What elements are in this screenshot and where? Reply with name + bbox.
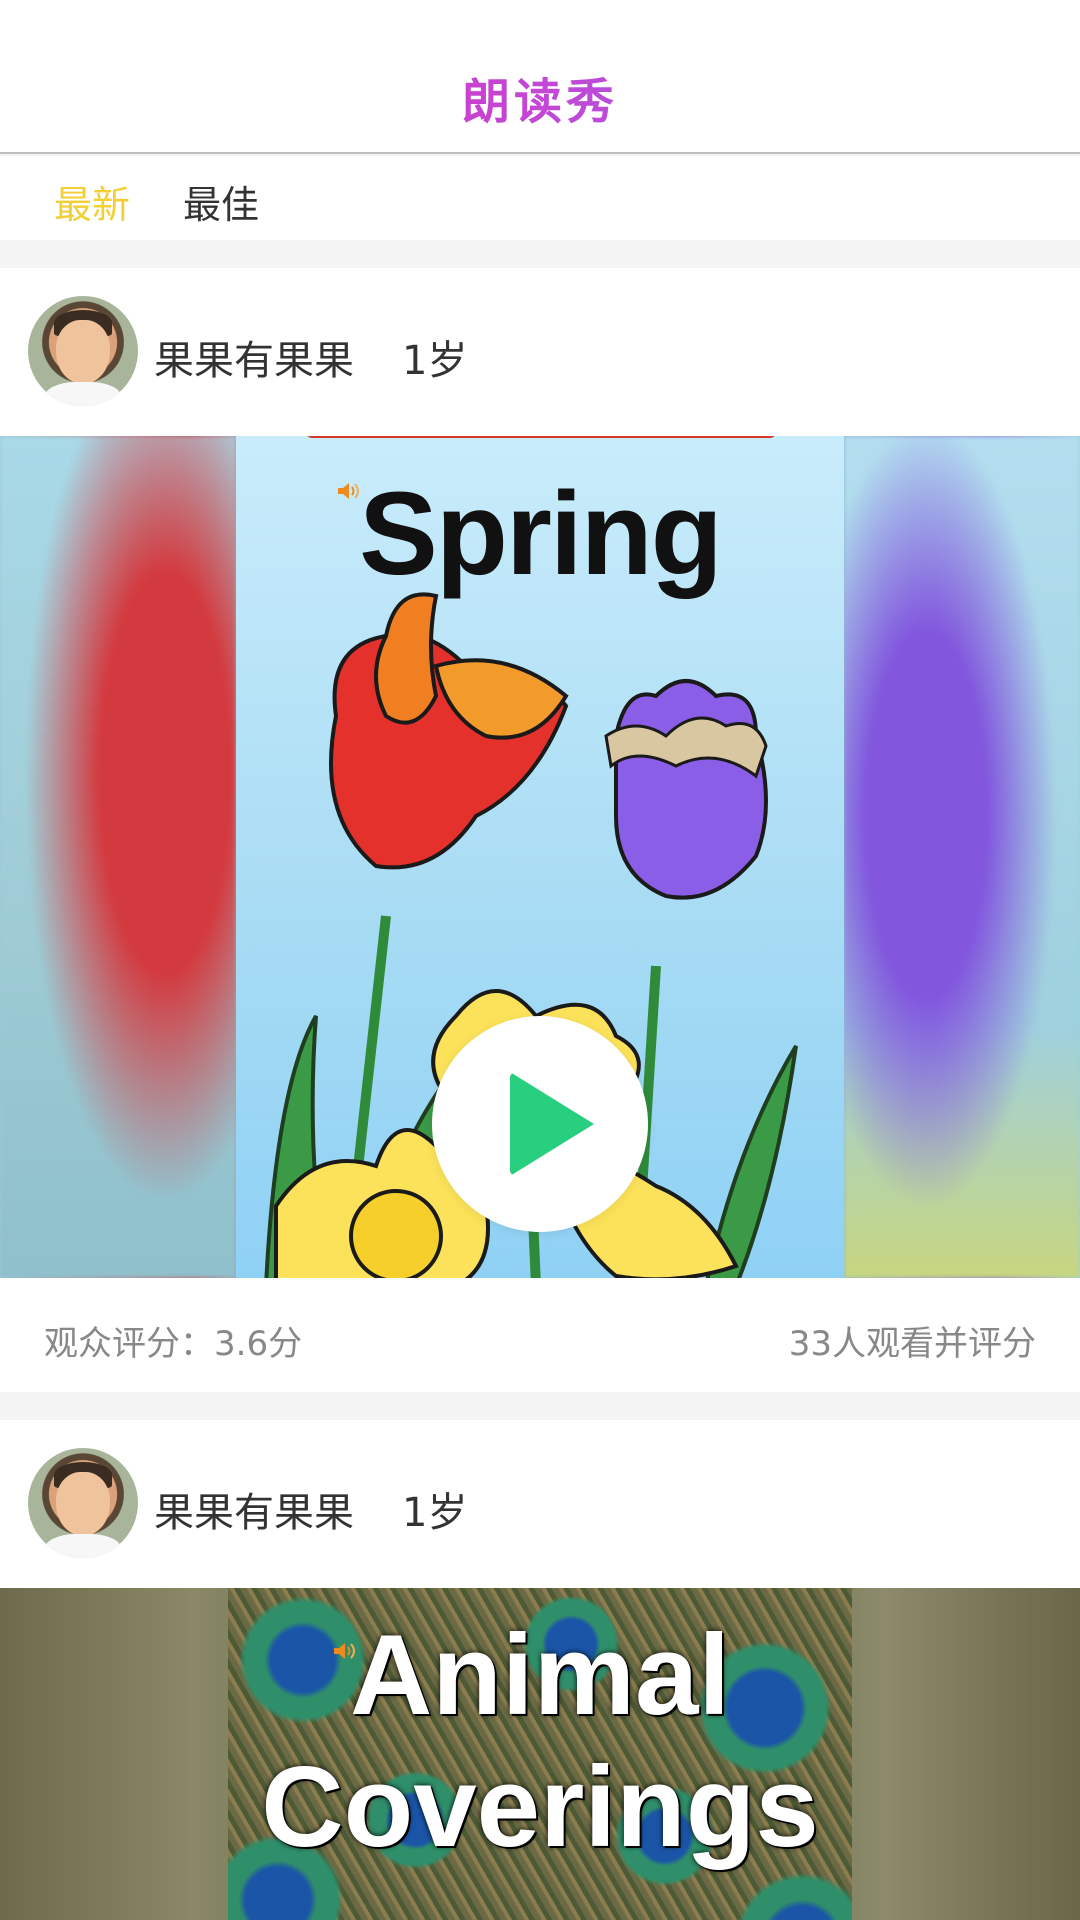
play-button[interactable]: [432, 1016, 648, 1232]
user-age: 1岁: [402, 1490, 468, 1536]
tab-best[interactable]: 最佳: [183, 174, 259, 229]
blurred-background-right: [844, 436, 1080, 1278]
book-title-line: Coverings: [261, 1744, 819, 1871]
book-title: Spring: [359, 468, 723, 600]
top-bar: 朗读秀: [0, 0, 1080, 154]
feed-card[interactable]: 果果有果果 1岁 Animal Coverings: [0, 1420, 1080, 1920]
cover-top-strip: [306, 436, 776, 438]
viewer-count: 33人观看并评分: [788, 1324, 1036, 1364]
avatar-shirt: [44, 382, 122, 406]
book-title: Animal Coverings: [228, 1610, 852, 1874]
page-title: 朗读秀: [0, 62, 1080, 132]
user-name[interactable]: 果果有果果: [154, 328, 354, 386]
video-thumbnail[interactable]: Animal Coverings: [0, 1588, 1080, 1920]
audience-rating: 观众评分：3.6分: [44, 1324, 303, 1364]
user-name[interactable]: 果果有果果: [154, 1480, 354, 1538]
user-row[interactable]: 果果有果果 1岁: [0, 268, 1080, 436]
avatar-shirt: [44, 1534, 122, 1558]
video-thumbnail[interactable]: Spring: [0, 436, 1080, 1278]
book-title-line: Animal: [349, 1612, 731, 1739]
avatar[interactable]: [28, 1448, 138, 1558]
avatar-face: [56, 320, 110, 384]
feed-card[interactable]: 果果有果果 1岁 Spring 观众评分：3.6分 33人观看并评分: [0, 268, 1080, 1392]
blurred-background-left: [0, 436, 236, 1278]
tab-newest[interactable]: 最新: [54, 174, 130, 229]
book-cover: Animal Coverings: [228, 1588, 852, 1920]
user-row[interactable]: 果果有果果 1岁: [0, 1420, 1080, 1588]
avatar[interactable]: [28, 296, 138, 406]
avatar-face: [56, 1472, 110, 1536]
tab-bar: 最新 最佳: [0, 156, 1080, 240]
user-age: 1岁: [402, 338, 468, 384]
card-footer: 观众评分：3.6分 33人观看并评分: [0, 1278, 1080, 1392]
play-icon: [510, 1072, 594, 1176]
